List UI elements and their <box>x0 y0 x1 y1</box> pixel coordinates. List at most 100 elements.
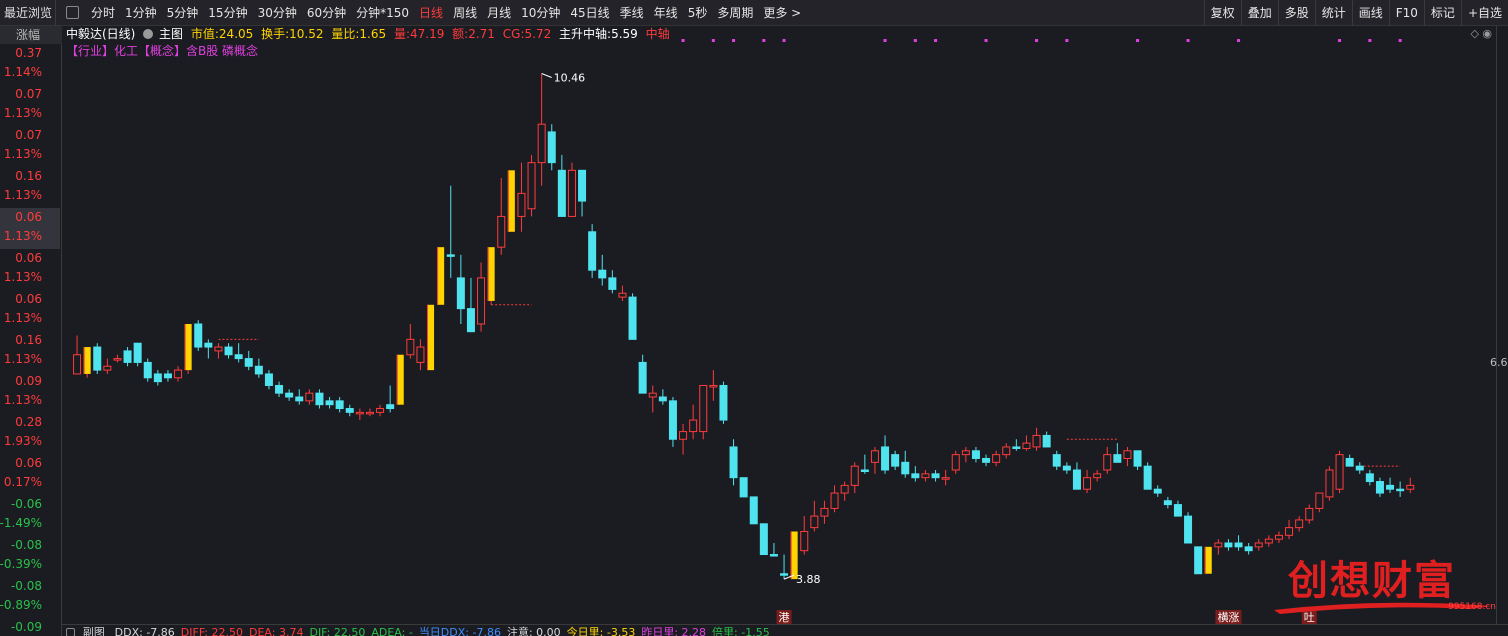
sub-indicator-value: DIF: 22.50 <box>309 626 366 636</box>
candle-body <box>254 365 263 375</box>
change-percent: 1.13% <box>3 147 42 161</box>
change-column-header[interactable]: 涨幅 <box>0 26 62 44</box>
change-row[interactable]: 0.07 1.13% <box>0 85 60 126</box>
change-percent: 1.13% <box>3 393 42 407</box>
period-tab[interactable]: 5秒 <box>683 0 713 26</box>
tool-button[interactable]: +自选 <box>1460 0 1508 26</box>
candle-body <box>790 531 798 580</box>
main-chart-icon[interactable] <box>143 29 154 39</box>
change-row[interactable]: 0.06 0.17% <box>0 454 60 495</box>
period-tab[interactable]: 年线 <box>649 0 683 26</box>
change-row[interactable]: 0.28 1.93% <box>0 413 60 454</box>
candle-body <box>345 408 354 413</box>
period-tab[interactable]: 5分钟 <box>162 0 204 26</box>
change-row[interactable]: 0.09 1.13% <box>0 372 60 413</box>
change-row[interactable]: 0.06 1.13% <box>0 208 60 249</box>
candle-body <box>1093 473 1102 479</box>
period-tab[interactable]: 周线 <box>448 0 482 26</box>
candle-body <box>931 473 940 479</box>
tool-button[interactable]: F10 <box>1388 0 1424 26</box>
candle-body <box>769 554 778 557</box>
candle-body <box>1062 465 1071 471</box>
recent-browse-button[interactable]: 最近浏览 <box>0 0 56 26</box>
period-toggle-icon[interactable] <box>66 6 79 19</box>
high-price-label: 10.46 <box>554 71 586 84</box>
period-tab[interactable]: 更多 > <box>758 0 806 26</box>
candle-body <box>941 477 950 480</box>
change-row[interactable]: 0.07 1.13% <box>0 126 60 167</box>
top-signal-marker <box>883 39 887 42</box>
change-row[interactable]: 0.16 1.13% <box>0 331 60 372</box>
candle-body <box>537 123 546 164</box>
period-tab[interactable]: 1分钟 <box>120 0 162 26</box>
candle-body <box>1153 488 1162 494</box>
top-signal-marker <box>762 39 766 42</box>
period-tab[interactable]: 季线 <box>615 0 649 26</box>
event-tag: 横涨 <box>1217 610 1239 624</box>
change-row[interactable]: -0.06 -1.49% <box>0 495 60 536</box>
top-signal-marker <box>984 39 988 42</box>
change-row[interactable]: 0.37 1.14% <box>0 44 60 85</box>
top-signal-marker <box>1338 39 1342 42</box>
candle-body <box>1375 481 1384 494</box>
turnover-label: 换手: <box>261 27 290 41</box>
candle-body <box>911 473 920 479</box>
period-tab[interactable]: 分时 <box>86 0 120 26</box>
right-scroll-strip[interactable] <box>1496 26 1508 624</box>
change-value: -0.09 <box>10 620 42 634</box>
period-tab[interactable]: 多周期 <box>712 0 758 26</box>
change-value: -0.08 <box>10 579 42 593</box>
candle-body <box>497 215 506 248</box>
candle-body <box>355 411 364 415</box>
candle-body <box>1123 450 1132 459</box>
sub-indicator-value: 倍里: -1.55 <box>712 626 770 636</box>
change-row[interactable]: -0.08 -0.39% <box>0 536 60 577</box>
period-tab[interactable]: 10分钟 <box>516 0 565 26</box>
change-value: 0.06 <box>15 251 42 265</box>
chart-control-icons[interactable]: ◇ ◉ <box>1470 27 1492 40</box>
candle-body <box>1083 477 1092 490</box>
stock-title[interactable]: 中毅达(日线) <box>66 27 135 41</box>
candle-body <box>709 384 718 388</box>
top-toolbar: 最近浏览 分时 1分钟 5分钟 15分钟 30分钟 60分钟 分钟*150 日线 周线 月线 10分… <box>0 0 1508 26</box>
period-tab[interactable]: 30分钟 <box>253 0 302 26</box>
kline-chart-area: 10.46 3.88 港横涨吐 中毅达(日线) 主图 市值:24.05 换手:10.… <box>62 26 1496 624</box>
change-value: 0.37 <box>15 46 42 60</box>
change-row[interactable]: 0.16 1.13% <box>0 167 60 208</box>
period-tab[interactable]: 45日线 <box>565 0 614 26</box>
sub-chart-toggle-icon[interactable] <box>66 628 75 636</box>
change-percent: -0.89% <box>0 598 42 612</box>
change-row[interactable]: 0.06 1.13% <box>0 249 60 290</box>
change-value: 0.07 <box>15 128 42 142</box>
tool-button[interactable]: 多股 <box>1277 0 1315 26</box>
sub-indicator-value: DIFF: 22.50 <box>180 626 244 636</box>
period-tab[interactable]: 日线 <box>414 0 448 26</box>
period-tab[interactable]: 60分钟 <box>302 0 351 26</box>
industry-concept-line[interactable]: 【行业】化工【概念】含B股 磷概念 <box>66 43 258 59</box>
candle-body <box>1386 484 1395 490</box>
tool-button[interactable]: 复权 <box>1203 0 1241 26</box>
period-tab[interactable]: 月线 <box>482 0 516 26</box>
sub-chart-label[interactable]: 副图 <box>83 626 105 636</box>
axis-value: 5.59 <box>611 27 638 41</box>
tool-button[interactable]: 画线 <box>1351 0 1389 26</box>
change-row[interactable]: 0.06 1.13% <box>0 290 60 331</box>
candle-body <box>759 523 768 556</box>
main-chart-label[interactable]: 主图 <box>159 27 183 41</box>
tool-button[interactable]: 标记 <box>1423 0 1461 26</box>
change-row[interactable]: -0.09 <box>0 618 60 636</box>
candle-body <box>143 361 152 379</box>
tool-button[interactable]: 统计 <box>1314 0 1352 26</box>
tool-button[interactable]: 叠加 <box>1240 0 1278 26</box>
period-tab[interactable]: 15分钟 <box>203 0 252 26</box>
candle-body <box>1133 450 1142 467</box>
period-tab[interactable]: 分钟*150 <box>351 0 414 26</box>
change-value: 0.07 <box>15 87 42 101</box>
top-signal-marker <box>711 39 715 42</box>
candle-body <box>739 477 748 498</box>
change-value: 0.16 <box>15 169 42 183</box>
change-row[interactable]: -0.08 -0.89% <box>0 577 60 618</box>
candle-body <box>1315 492 1324 509</box>
kline-chart[interactable]: 10.463.88港 横涨吐 <box>62 26 1496 624</box>
candle-body <box>325 400 334 406</box>
